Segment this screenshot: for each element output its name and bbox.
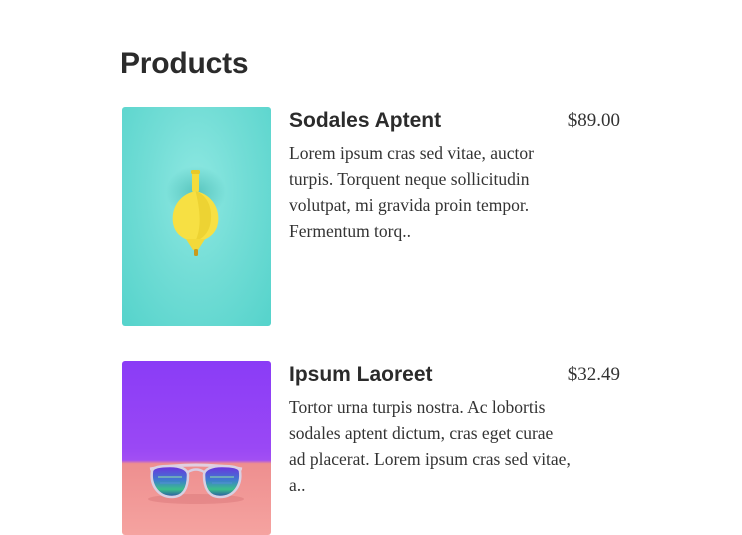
- product-description: Tortor urna turpis nostra. Ac lobortis s…: [289, 397, 571, 495]
- product-description: Lorem ipsum cras sed vitae, auctor turpi…: [289, 143, 534, 241]
- product-name[interactable]: Ipsum Laoreet: [289, 361, 433, 389]
- product-image-sunglasses[interactable]: [122, 361, 271, 535]
- funnel-illustration: [166, 166, 226, 256]
- product-price: $89.00: [567, 110, 620, 131]
- sunglasses-illustration: [148, 463, 244, 504]
- page-title: Products: [120, 47, 249, 80]
- product-name[interactable]: Sodales Aptent: [289, 107, 441, 135]
- product-price: $32.49: [567, 364, 620, 385]
- product-image-yellow-funnel[interactable]: [122, 107, 271, 326]
